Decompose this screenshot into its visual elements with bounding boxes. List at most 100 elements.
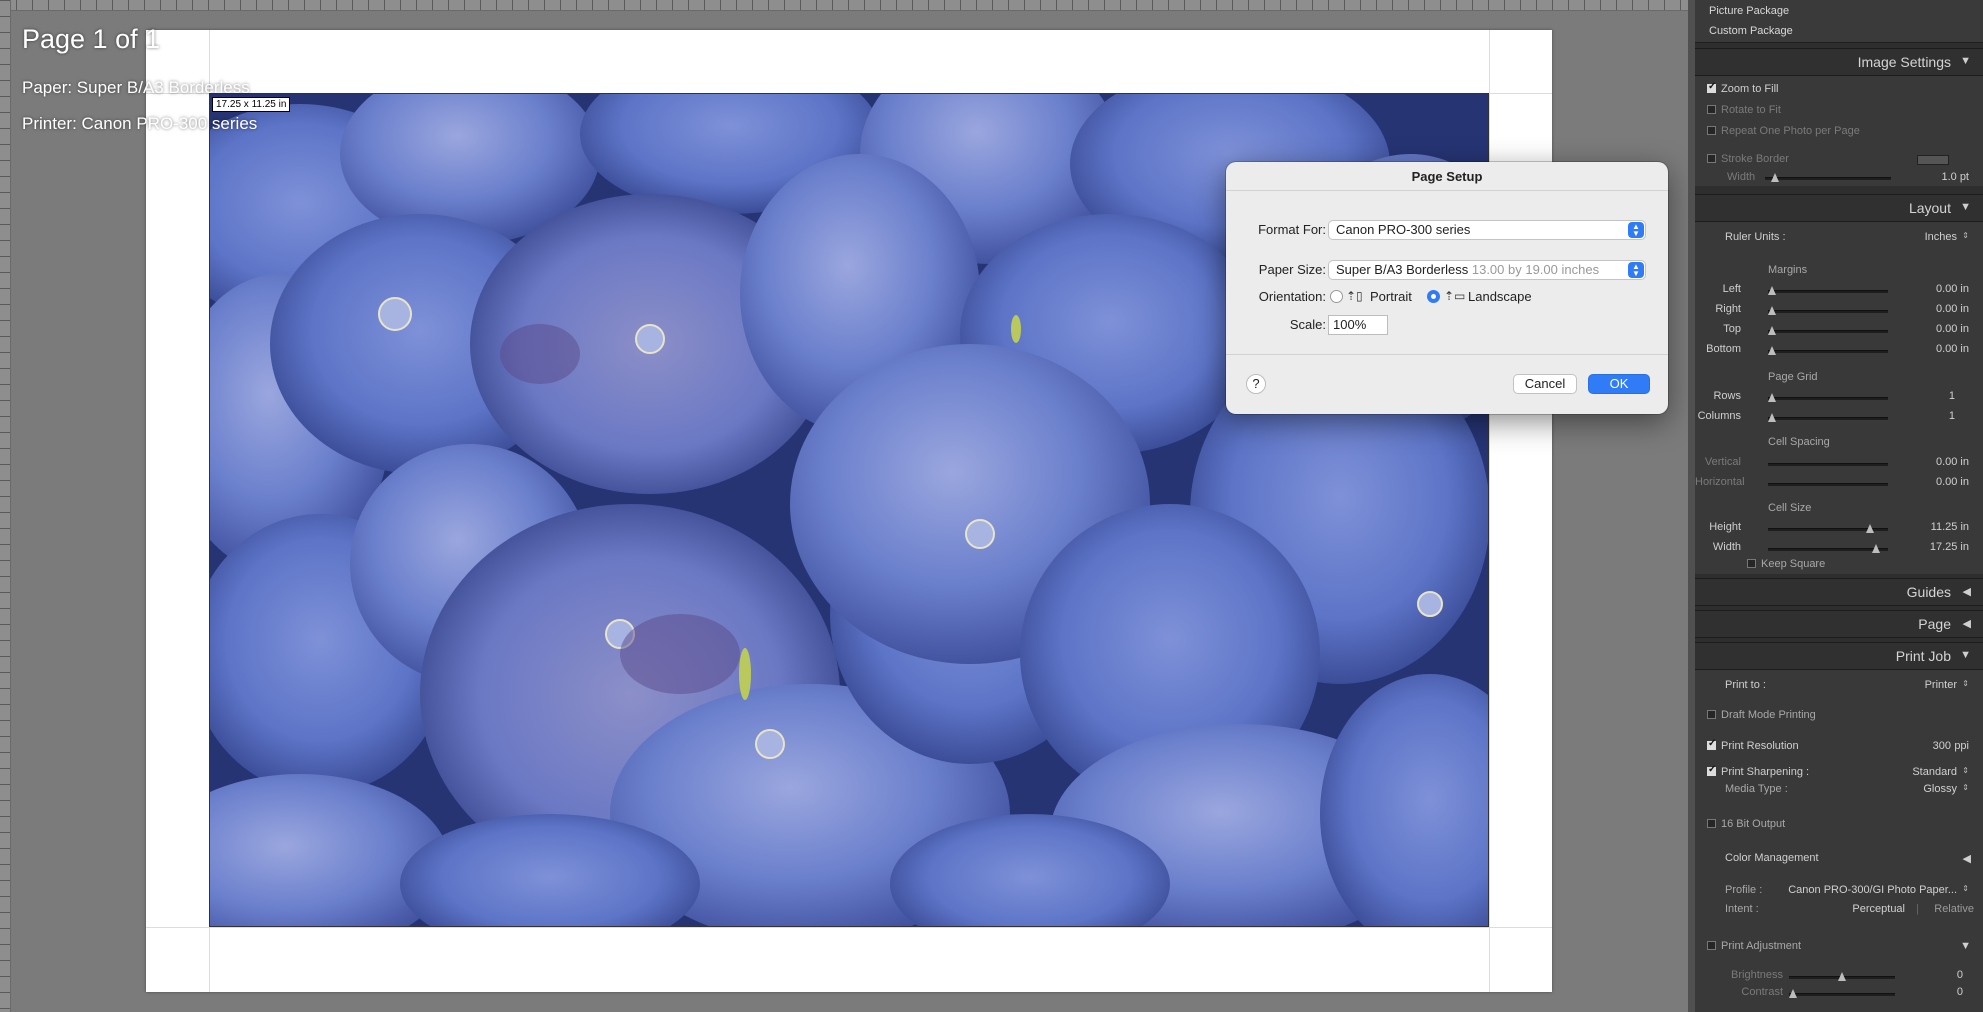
- intent-perceptual-option[interactable]: Perceptual: [1852, 903, 1905, 915]
- page-grid-heading: Page Grid: [1768, 371, 1818, 383]
- slider-thumb[interactable]: [1866, 524, 1874, 533]
- cell-width-label: Width: [1712, 541, 1741, 553]
- layout-header[interactable]: Layout ▼: [1695, 194, 1983, 222]
- image-settings-header[interactable]: Image Settings ▼: [1695, 48, 1983, 76]
- horizontal-spacing-slider[interactable]: [1768, 483, 1888, 486]
- scale-input[interactable]: 100%: [1328, 315, 1388, 335]
- intent-relative-option[interactable]: Relative: [1934, 903, 1974, 915]
- template-custom-package[interactable]: Custom Package: [1709, 25, 1793, 37]
- margin-top-value[interactable]: 0.00 in: [1936, 323, 1969, 335]
- brightness-label: Brightness: [1731, 969, 1783, 981]
- landscape-radio[interactable]: [1427, 290, 1440, 303]
- slider-thumb[interactable]: [1872, 544, 1880, 553]
- slider-thumb[interactable]: [1768, 393, 1776, 402]
- print-resolution-checkbox[interactable]: [1707, 738, 1716, 750]
- dialog-title: Page Setup: [1411, 169, 1483, 184]
- stroke-border-checkbox[interactable]: [1707, 154, 1716, 163]
- landscape-label: Landscape: [1468, 289, 1532, 304]
- updown-arrows-icon: ⇕: [1962, 231, 1969, 240]
- vertical-spacing-label: Vertical: [1704, 456, 1741, 468]
- margin-left-slider[interactable]: [1768, 286, 1888, 295]
- portrait-label: Portrait: [1370, 289, 1412, 304]
- contrast-value[interactable]: 0: [1957, 986, 1963, 998]
- slider-thumb[interactable]: [1768, 286, 1776, 295]
- media-type-select[interactable]: Glossy: [1923, 783, 1957, 795]
- zoom-to-fill-label: Zoom to Fill: [1721, 83, 1779, 95]
- 16-bit-output-checkbox[interactable]: [1707, 819, 1716, 828]
- media-type-label: Media Type :: [1725, 783, 1788, 795]
- zoom-to-fill-checkbox[interactable]: [1707, 81, 1716, 93]
- updown-arrows-icon: ⇕: [1962, 783, 1969, 792]
- paper-size-select[interactable]: Super B/A3 Borderless 13.00 by 19.00 inc…: [1328, 260, 1646, 280]
- intent-separator: |: [1916, 903, 1919, 915]
- cell-width-value[interactable]: 17.25 in: [1930, 541, 1969, 553]
- cell-height-value[interactable]: 11.25 in: [1931, 521, 1969, 533]
- slider-thumb[interactable]: [1838, 972, 1846, 981]
- sharpening-select[interactable]: Standard: [1912, 766, 1957, 778]
- print-sharpening-label: Print Sharpening :: [1721, 766, 1810, 778]
- triangle-down-icon: ▼: [1960, 649, 1971, 661]
- stroke-color-swatch[interactable]: [1917, 155, 1949, 165]
- margin-right-slider[interactable]: [1768, 306, 1888, 315]
- printer-info: Printer: Canon PRO-300 series: [22, 114, 258, 133]
- margin-left-label: Left: [1722, 283, 1741, 295]
- format-for-value: Canon PRO-300 series: [1336, 222, 1471, 237]
- brightness-slider[interactable]: [1789, 972, 1895, 981]
- page-header[interactable]: Page ◀: [1695, 610, 1983, 638]
- slider-thumb[interactable]: [1768, 326, 1776, 335]
- contrast-slider[interactable]: [1789, 989, 1895, 998]
- guides-header[interactable]: Guides ◀: [1695, 578, 1983, 606]
- rotate-to-fit-checkbox[interactable]: [1707, 105, 1716, 114]
- margin-right-value[interactable]: 0.00 in: [1936, 303, 1969, 315]
- stroke-width-slider[interactable]: [1765, 173, 1891, 182]
- stroke-width-label: Width: [1727, 171, 1756, 183]
- margin-bottom-value[interactable]: 0.00 in: [1936, 343, 1969, 355]
- triangle-down-icon[interactable]: ▼: [1960, 940, 1971, 952]
- slider-thumb[interactable]: [1789, 989, 1797, 998]
- print-adjustment-checkbox[interactable]: [1707, 941, 1716, 950]
- columns-value[interactable]: 1: [1949, 410, 1955, 422]
- triangle-down-icon: ▼: [1960, 55, 1971, 67]
- margin-top-slider[interactable]: [1768, 326, 1888, 335]
- print-canvas: 17.25 x 11.25 in Page 1 of 1 Paper: Supe…: [0, 0, 1688, 1012]
- margin-bottom-slider[interactable]: [1768, 346, 1888, 355]
- draft-mode-checkbox[interactable]: [1707, 710, 1716, 719]
- landscape-icon: ⇡▭: [1444, 289, 1466, 303]
- format-for-label: Format For:: [1258, 222, 1326, 237]
- template-picture-package[interactable]: Picture Package: [1709, 5, 1789, 17]
- updown-arrows-icon: ⇕: [1962, 679, 1969, 688]
- help-button[interactable]: ?: [1246, 374, 1266, 394]
- rows-slider[interactable]: [1768, 393, 1888, 402]
- repeat-one-photo-checkbox[interactable]: [1707, 126, 1716, 135]
- margin-guide-bottom: [146, 927, 1552, 928]
- ruler-units-select[interactable]: Inches: [1925, 231, 1957, 243]
- cancel-button[interactable]: Cancel: [1513, 374, 1577, 394]
- format-for-select[interactable]: Canon PRO-300 series ▲ ▼: [1328, 220, 1646, 240]
- slider-thumb[interactable]: [1768, 346, 1776, 355]
- print-sharpening-checkbox[interactable]: [1707, 764, 1716, 776]
- brightness-value[interactable]: 0: [1957, 969, 1963, 981]
- keep-square-checkbox[interactable]: [1747, 559, 1756, 568]
- columns-slider[interactable]: [1768, 413, 1888, 422]
- margin-left-value[interactable]: 0.00 in: [1936, 283, 1969, 295]
- print-job-header[interactable]: Print Job ▼: [1695, 642, 1983, 670]
- triangle-left-icon[interactable]: ◀: [1963, 852, 1971, 865]
- rows-value[interactable]: 1: [1949, 390, 1955, 402]
- resolution-value[interactable]: 300: [1933, 740, 1951, 752]
- cell-height-slider[interactable]: [1768, 524, 1888, 533]
- slider-thumb[interactable]: [1771, 173, 1779, 182]
- profile-select[interactable]: Canon PRO-300/GI Photo Paper...: [1788, 884, 1957, 896]
- print-to-select[interactable]: Printer: [1925, 679, 1957, 691]
- horizontal-spacing-value[interactable]: 0.00 in: [1936, 476, 1969, 488]
- slider-thumb[interactable]: [1768, 306, 1776, 315]
- color-management-label[interactable]: Color Management: [1725, 852, 1819, 864]
- slider-thumb[interactable]: [1768, 413, 1776, 422]
- portrait-radio[interactable]: [1330, 290, 1343, 303]
- ruler-units-label: Ruler Units :: [1725, 231, 1786, 243]
- paper-size-label: Paper Size:: [1258, 262, 1326, 277]
- vertical-spacing-value[interactable]: 0.00 in: [1936, 456, 1969, 468]
- vertical-spacing-slider[interactable]: [1768, 463, 1888, 466]
- vertical-ruler: [0, 0, 11, 1012]
- ok-button[interactable]: OK: [1588, 374, 1650, 394]
- cell-width-slider[interactable]: [1768, 544, 1888, 553]
